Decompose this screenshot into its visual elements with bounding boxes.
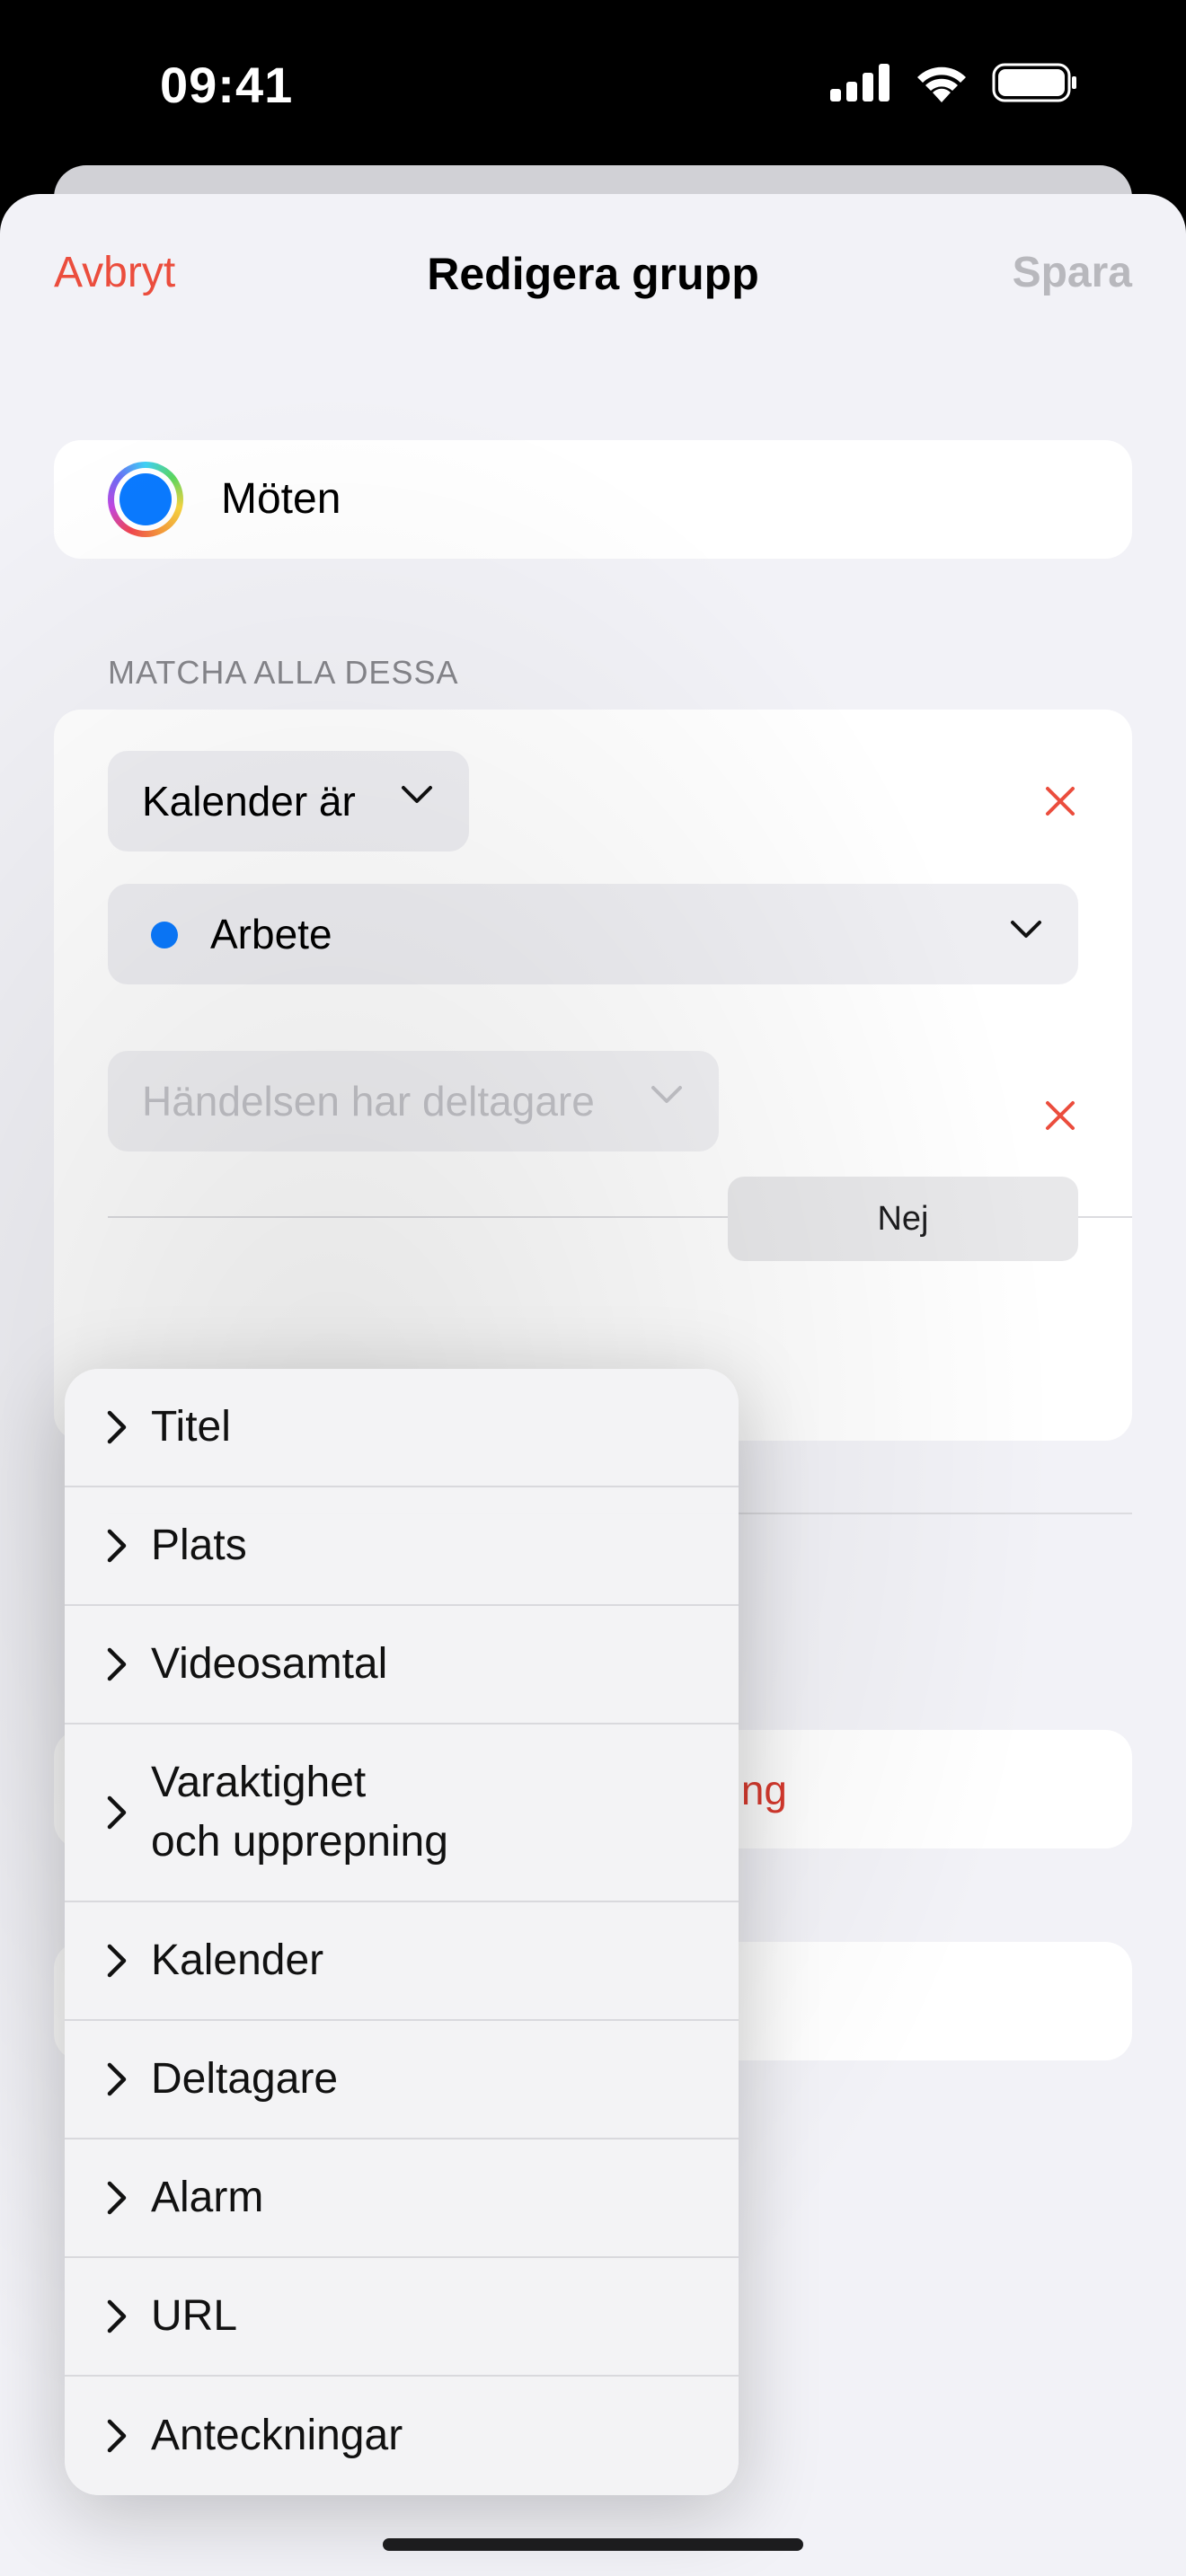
status-time: 09:41 bbox=[160, 57, 294, 113]
menu-item[interactable]: Kalender bbox=[65, 1902, 739, 2021]
chevron-right-icon bbox=[107, 1795, 127, 1830]
segment-no[interactable]: Nej bbox=[728, 1177, 1078, 1261]
chevron-down-icon bbox=[1011, 921, 1041, 938]
calendar-value-label: Arbete bbox=[210, 911, 332, 957]
menu-item-label: Kalender bbox=[151, 1936, 324, 1984]
chevron-right-icon bbox=[107, 2181, 127, 2215]
calendar-value-dropdown[interactable]: Arbete bbox=[108, 884, 1078, 984]
menu-item[interactable]: Alarm bbox=[65, 2139, 739, 2258]
menu-item[interactable]: URL bbox=[65, 2258, 739, 2377]
menu-item-label: Alarm bbox=[151, 2174, 264, 2221]
menu-item[interactable]: Videosamtal bbox=[65, 1606, 739, 1725]
battery-icon bbox=[992, 63, 1076, 102]
menu-item[interactable]: Deltagare bbox=[65, 2021, 739, 2139]
remove-rule-icon[interactable] bbox=[1042, 783, 1078, 819]
cellular-signal-icon bbox=[830, 64, 890, 101]
status-bar: 09:41 bbox=[0, 0, 1186, 171]
rule-field-label: Kalender är bbox=[142, 778, 356, 825]
nav-title: Redigera grupp bbox=[427, 249, 759, 299]
chevron-down-icon bbox=[402, 786, 432, 803]
chevron-right-icon bbox=[107, 1647, 127, 1681]
menu-item[interactable]: Varaktighet och upprepning bbox=[65, 1725, 739, 1902]
chevron-right-icon bbox=[107, 2419, 127, 2453]
status-icons bbox=[830, 63, 1078, 102]
chevron-right-icon bbox=[107, 1944, 127, 1978]
save-button[interactable]: Spara bbox=[1013, 248, 1132, 297]
wifi-icon bbox=[917, 66, 966, 102]
cancel-button[interactable]: Avbryt bbox=[54, 248, 175, 297]
color-ring-icon[interactable] bbox=[108, 462, 183, 537]
home-indicator[interactable] bbox=[383, 2538, 803, 2551]
group-name-field[interactable]: Möten bbox=[221, 474, 341, 524]
calendar-color-dot bbox=[151, 922, 178, 948]
menu-item-label: URL bbox=[151, 2292, 238, 2340]
menu-item[interactable]: Titel bbox=[65, 1369, 739, 1487]
menu-item[interactable]: Anteckningar bbox=[65, 2377, 739, 2495]
menu-item-label: Anteckningar bbox=[151, 2412, 403, 2459]
rules-section-header: MATCHA ALLA DESSA bbox=[108, 654, 459, 691]
chevron-right-icon bbox=[107, 2062, 127, 2096]
chevron-down-icon bbox=[651, 1086, 682, 1103]
delete-label-partial: ng bbox=[740, 1767, 787, 1813]
menu-item[interactable]: Plats bbox=[65, 1487, 739, 1606]
menu-item-label: Deltagare bbox=[151, 2055, 339, 2103]
menu-item-label: Varaktighet och upprepning bbox=[151, 1759, 448, 1866]
rule-field-dropdown-participants[interactable]: Händelsen har deltagare bbox=[108, 1051, 719, 1151]
rules-card: Kalender är Arbete Händelsen har deltaga… bbox=[54, 710, 1132, 1514]
edit-group-sheet: Redigera grupp Avbryt Spara Möten MATCHA… bbox=[0, 194, 1186, 2576]
remove-rule-icon[interactable] bbox=[1042, 1098, 1078, 1134]
chevron-right-icon bbox=[107, 1410, 127, 1444]
chevron-right-icon bbox=[107, 1529, 127, 1563]
chevron-right-icon bbox=[107, 2299, 127, 2333]
menu-item-label: Titel bbox=[151, 1403, 231, 1451]
menu-item-label: Plats bbox=[151, 1522, 247, 1569]
rule-field-dropdown[interactable]: Kalender är bbox=[108, 751, 469, 851]
menu-item-label: Videosamtal bbox=[151, 1640, 388, 1688]
group-name-card: Möten bbox=[54, 440, 1132, 559]
rule-field-label: Händelsen har deltagare bbox=[142, 1078, 595, 1125]
field-menu: Titel Plats Videosamtal Varaktighet och upp… bbox=[65, 1369, 739, 2495]
